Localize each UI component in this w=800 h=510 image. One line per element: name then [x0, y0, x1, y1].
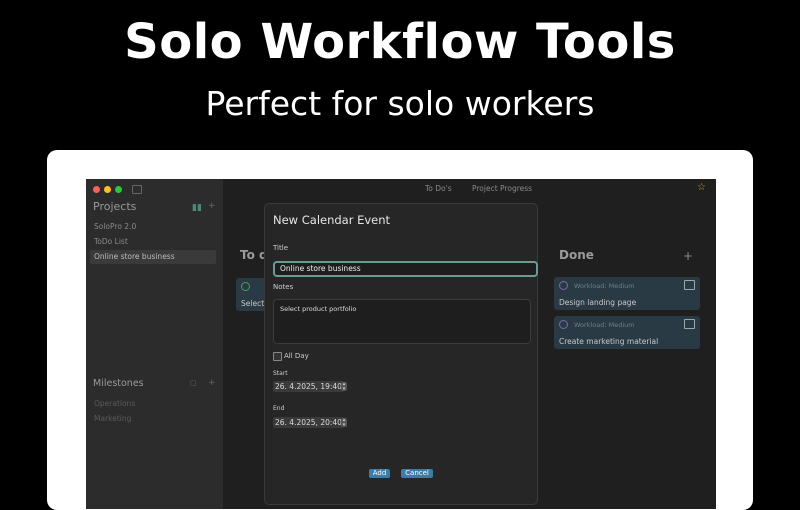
- title-label: Title: [273, 244, 289, 252]
- projects-title: Projects: [93, 200, 137, 213]
- close-window-button[interactable]: [93, 186, 100, 193]
- done-check-icon[interactable]: [559, 320, 568, 329]
- start-date-picker[interactable]: 26. 4.2025, 19:40: [273, 381, 344, 392]
- notes-textarea[interactable]: Select product portfolio: [273, 299, 531, 344]
- all-day-label: All Day: [284, 352, 309, 360]
- title-input[interactable]: Online store business: [273, 261, 538, 277]
- todo-check-icon[interactable]: [241, 282, 250, 291]
- all-day-checkbox[interactable]: [273, 352, 282, 361]
- card-title: Create marketing material: [559, 337, 659, 346]
- card-title: Design landing page: [559, 298, 637, 307]
- calendar-icon[interactable]: [684, 280, 695, 290]
- end-label: End: [273, 405, 285, 412]
- start-stepper[interactable]: ▴ ▾: [341, 382, 347, 391]
- sidebar: Projects ▮▮ + SoloPro 2.0 ToDo List Onli…: [86, 179, 224, 509]
- add-button[interactable]: Add: [369, 469, 390, 478]
- zoom-window-button[interactable]: [115, 186, 122, 193]
- done-column-title: Done: [559, 248, 594, 262]
- add-milestone-button[interactable]: +: [208, 378, 216, 388]
- sidebar-item-project[interactable]: ToDo List: [90, 235, 216, 249]
- sidebar-item-project-selected[interactable]: Online store business: [90, 250, 216, 264]
- card-workload: Workload: Medium: [574, 321, 635, 329]
- calendar-icon[interactable]: [684, 319, 695, 329]
- sidebar-toggle-icon[interactable]: [132, 185, 142, 194]
- start-label: Start: [273, 370, 288, 377]
- headline: Solo Workflow Tools: [124, 14, 676, 70]
- project-chart-icon[interactable]: ▮▮: [192, 203, 202, 213]
- notes-text: Select product portfolio: [280, 305, 357, 313]
- todo-card[interactable]: Select: [236, 278, 266, 311]
- notes-label: Notes: [273, 283, 294, 291]
- milestone-options-icon[interactable]: ▢: [190, 379, 197, 387]
- done-card[interactable]: Workload: Medium Design landing page: [554, 277, 700, 310]
- end-stepper[interactable]: ▴ ▾: [341, 418, 347, 427]
- dialog-title: New Calendar Event: [273, 213, 391, 227]
- milestone-item[interactable]: Marketing: [94, 414, 131, 423]
- done-check-icon[interactable]: [559, 281, 568, 290]
- todo-card-text: Select: [241, 299, 265, 308]
- milestones-title: Milestones: [93, 378, 144, 389]
- card-workload: Workload: Medium: [574, 282, 635, 290]
- new-calendar-event-dialog: New Calendar Event Title Online store bu…: [264, 203, 538, 505]
- sidebar-item-project[interactable]: SoloPro 2.0: [90, 220, 216, 234]
- tab-todos[interactable]: To Do's: [425, 184, 452, 193]
- done-card[interactable]: Workload: Medium Create marketing materi…: [554, 316, 700, 349]
- star-icon[interactable]: ☆: [697, 182, 706, 193]
- minimize-window-button[interactable]: [104, 186, 111, 193]
- add-project-button[interactable]: +: [208, 201, 216, 211]
- end-date-picker[interactable]: 26. 4.2025, 20:40: [273, 417, 344, 428]
- tab-project-progress[interactable]: Project Progress: [472, 184, 532, 193]
- cancel-button[interactable]: Cancel: [401, 469, 433, 478]
- add-done-card-button[interactable]: +: [683, 249, 693, 263]
- subheadline: Perfect for solo workers: [205, 84, 595, 123]
- milestone-item[interactable]: Operations: [94, 399, 135, 408]
